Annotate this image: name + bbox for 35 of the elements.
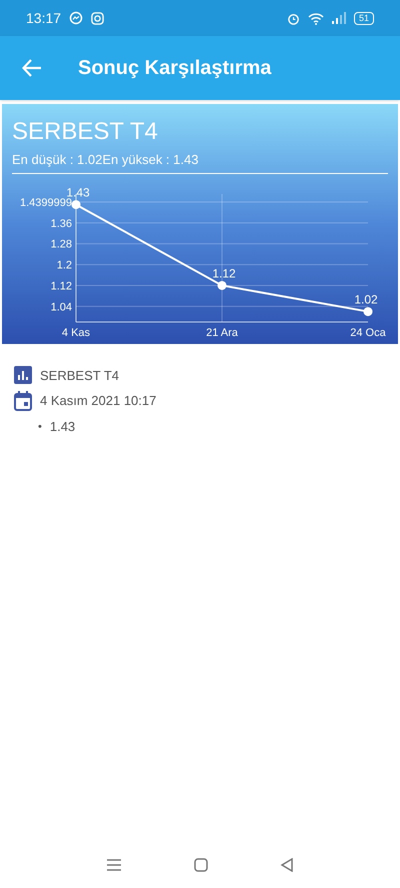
battery-indicator: 51 <box>354 12 374 24</box>
data-point <box>72 200 80 209</box>
test-date: 4 Kasım 2021 10:17 <box>40 392 156 410</box>
home-icon[interactable] <box>194 858 208 872</box>
calendar-icon <box>14 391 32 411</box>
back-triangle-icon[interactable] <box>280 858 294 872</box>
result-value: 1.43 <box>50 418 76 436</box>
data-label: 1.12 <box>212 266 236 280</box>
y-tick-label: 1.04 <box>50 300 72 313</box>
screen-title: Sonuç Karşılaştırma <box>78 56 272 81</box>
instagram-icon <box>91 12 104 24</box>
x-tick-label: 21 Ara <box>206 326 238 338</box>
wifi-icon <box>308 12 324 24</box>
y-tick-label: 1.36 <box>50 217 72 230</box>
test-name: SERBEST T4 <box>40 366 119 384</box>
x-tick-label: 24 Oca <box>350 326 386 338</box>
data-label: 1.43 <box>66 185 90 200</box>
y-tick-label: 1.12 <box>50 280 72 292</box>
y-tick-label: 1.2 <box>56 259 72 272</box>
back-arrow-icon <box>22 59 42 77</box>
data-point <box>364 306 372 316</box>
bullet-mark: • <box>38 420 42 434</box>
y-tick-label: 1.28 <box>50 238 72 250</box>
bar-chart-icon <box>14 366 32 384</box>
menu-icon[interactable] <box>106 858 122 872</box>
x-tick-label: 4 Kas <box>62 326 90 338</box>
signal-icon <box>332 12 346 24</box>
y-tick-label: 1.4399999 <box>20 196 72 208</box>
messenger-icon <box>69 11 84 25</box>
status-time: 13:17 <box>26 8 62 28</box>
card-summary: En düşük : 1.02En yüksek : 1.43 <box>12 150 388 174</box>
card-title: SERBEST T4 <box>12 118 159 146</box>
alarm-icon <box>286 12 300 24</box>
data-point <box>218 280 226 290</box>
data-label: 1.02 <box>354 292 378 306</box>
